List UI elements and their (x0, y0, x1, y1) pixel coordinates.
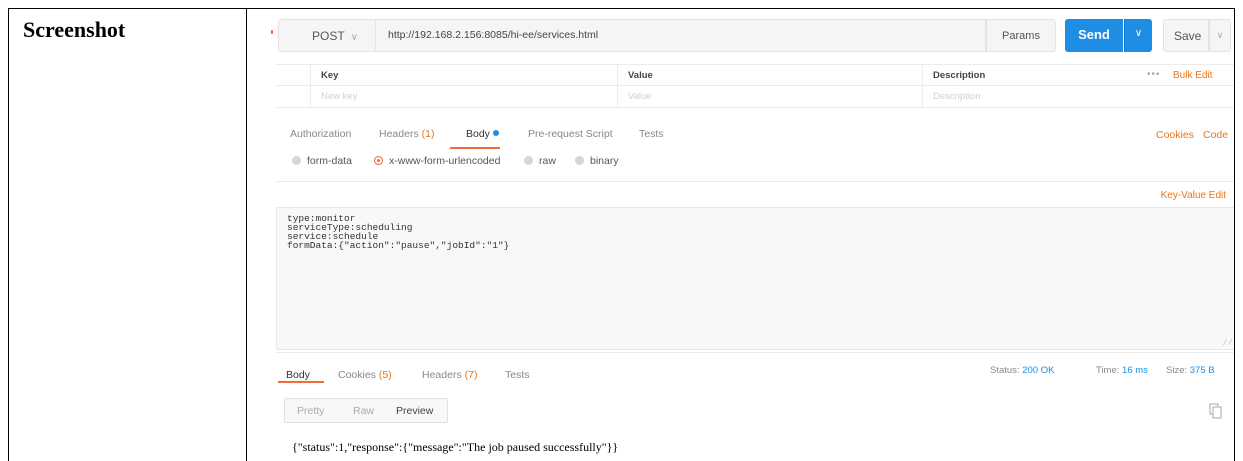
key-header: Key (310, 65, 617, 87)
time-readout: Time: 16 ms (1096, 365, 1148, 376)
body-editor[interactable]: type:monitor serviceType:scheduling serv… (276, 207, 1234, 350)
send-button[interactable]: Send (1065, 19, 1123, 52)
radio-binary[interactable]: binary (575, 155, 619, 167)
params-button[interactable]: Params (986, 19, 1056, 52)
params-new-row: New key Value Description (276, 86, 1234, 108)
chevron-down-icon: ∨ (1216, 30, 1224, 40)
key-value-edit-bar: Key-Value Edit (276, 181, 1234, 207)
new-value-input[interactable]: Value (617, 86, 922, 108)
copy-icon[interactable] (1209, 403, 1223, 419)
tab-authorization[interactable]: Authorization (290, 128, 351, 140)
headers-label: Headers (422, 369, 462, 381)
save-options-button[interactable]: ∨ (1209, 19, 1231, 52)
view-mode-group: Pretty Raw Preview (284, 398, 448, 423)
response-tab-cookies[interactable]: Cookies (5) (338, 369, 392, 381)
response-body-preview: {"status":1,"response":{"message":"The j… (292, 440, 619, 454)
radio-on-icon (374, 156, 383, 165)
send-options-button[interactable]: ∨ (1124, 19, 1152, 52)
new-key-input[interactable]: New key (310, 86, 617, 108)
cookies-label: Cookies (338, 369, 376, 381)
active-dot-icon (492, 130, 499, 136)
view-pretty-button[interactable]: Pretty (297, 405, 324, 417)
screenshot-cell: POST ∨ http://192.168.2.156:8085/hi-ee/se… (248, 9, 1234, 461)
cookies-link[interactable]: Cookies (1156, 129, 1194, 141)
response-tab-tests[interactable]: Tests (505, 369, 530, 381)
cookies-count: (5) (378, 369, 392, 381)
response-tabs: Body Cookies (5) Headers (7) Tests Statu… (276, 352, 1234, 382)
radio-urlencoded[interactable]: x-www-form-urlencoded (374, 155, 500, 167)
radio-label: binary (590, 155, 619, 167)
size-value: 375 B (1189, 365, 1215, 376)
radio-off-icon (524, 156, 533, 165)
radio-off-icon (575, 156, 584, 165)
tab-body-label: Body (466, 128, 490, 140)
editor-line: serviceType:scheduling (287, 222, 413, 233)
response-tab-body[interactable]: Body (286, 369, 310, 381)
new-description-input[interactable]: Description (922, 86, 1234, 108)
key-value-edit-link[interactable]: Key-Value Edit (1161, 190, 1226, 201)
radio-label: raw (539, 155, 556, 167)
method-select[interactable]: POST ∨ (278, 19, 376, 52)
document-table: Screenshot POST ∨ http://192.168.2.156:80… (8, 8, 1235, 461)
editor-line: formData:{"action":"pause","jobId":"1"} (287, 240, 510, 251)
label-cell: Screenshot (9, 9, 247, 461)
radio-raw[interactable]: raw (524, 155, 556, 167)
params-table: Key Value Description ••• Bulk Edit New … (276, 64, 1234, 108)
size-readout: Size: 375 B (1166, 365, 1215, 376)
more-options-icon[interactable]: ••• (1147, 69, 1161, 80)
tab-headers-label: Headers (379, 128, 419, 140)
size-label: Size: (1166, 365, 1188, 376)
tab-headers[interactable]: Headers (1) (379, 128, 434, 140)
headers-count: (7) (464, 369, 478, 381)
params-header-row: Key Value Description ••• Bulk Edit (276, 64, 1234, 87)
editor-line: type:monitor (287, 213, 356, 224)
radio-label: x-www-form-urlencoded (389, 155, 501, 167)
radio-off-icon (292, 156, 301, 165)
value-header: Value (617, 65, 922, 87)
status-readout: Status: 200 OK (990, 365, 1054, 376)
status-value: 200 OK (1022, 365, 1055, 376)
url-input[interactable]: http://192.168.2.156:8085/hi-ee/services… (376, 19, 986, 52)
code-link[interactable]: Code (1203, 129, 1228, 141)
tab-body[interactable]: Body (466, 128, 499, 140)
radio-form-data[interactable]: form-data (292, 155, 352, 167)
chevron-down-icon: ∨ (350, 32, 358, 43)
resize-handle-icon[interactable]: ∕∕ (1222, 339, 1233, 348)
chevron-down-icon: ∨ (1134, 28, 1143, 39)
view-raw-button[interactable]: Raw (353, 405, 374, 417)
status-label: Status: (990, 365, 1020, 376)
request-tabs: Authorization Headers (1) Body Pre-reque… (276, 122, 1234, 150)
save-button[interactable]: Save (1163, 19, 1209, 52)
response-tab-headers[interactable]: Headers (7) (422, 369, 477, 381)
response-tab-underline (278, 381, 324, 383)
cell-label: Screenshot (23, 17, 126, 42)
time-value: 16 ms (1122, 365, 1148, 376)
bulk-edit-link[interactable]: Bulk Edit (1173, 70, 1212, 81)
method-label: POST (312, 29, 345, 43)
radio-label: form-data (307, 155, 352, 167)
headers-count: (1) (421, 128, 435, 140)
time-label: Time: (1096, 365, 1120, 376)
view-preview-button[interactable]: Preview (396, 405, 433, 417)
active-tab-underline (450, 147, 500, 149)
tab-marker (271, 30, 273, 34)
postman-app: POST ∨ http://192.168.2.156:8085/hi-ee/se… (276, 9, 1234, 461)
tab-tests[interactable]: Tests (639, 128, 664, 140)
tab-pre-request-script[interactable]: Pre-request Script (528, 128, 613, 140)
